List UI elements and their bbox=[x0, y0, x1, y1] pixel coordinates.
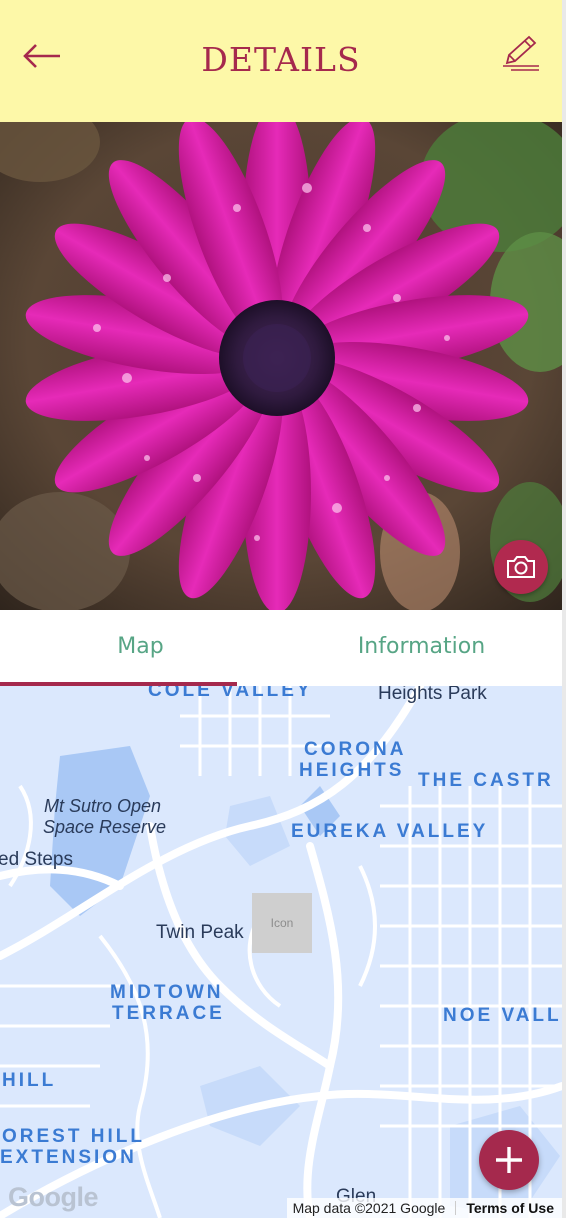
google-logo: Google bbox=[8, 1182, 99, 1212]
map-label-terrace: TERRACE bbox=[112, 1003, 225, 1024]
map-marker[interactable]: Icon bbox=[252, 893, 312, 953]
tab-map[interactable]: Map bbox=[0, 610, 281, 686]
map-label-heights-park: Heights Park bbox=[378, 686, 487, 704]
map-label-extension: EXTENSION bbox=[0, 1147, 137, 1168]
frame-border bbox=[562, 0, 566, 1218]
edit-button[interactable] bbox=[496, 28, 546, 78]
map-data-credit: Map data ©2021 Google bbox=[292, 1200, 446, 1216]
map-attribution: Map data ©2021 Google Terms of Use bbox=[286, 1198, 562, 1218]
map-label-corona: CORONA bbox=[304, 739, 407, 760]
map-view[interactable]: COLE VALLEY Heights Park CORONA HEIGHTS … bbox=[0, 686, 562, 1218]
map-label-eureka-valley: EUREKA VALLEY bbox=[291, 821, 489, 842]
camera-button[interactable] bbox=[494, 540, 548, 594]
tab-information[interactable]: Information bbox=[281, 610, 562, 686]
map-label-forest-hill: OREST HILL bbox=[2, 1126, 145, 1147]
map-label-mt-sutro-1: Mt Sutro Open bbox=[44, 796, 162, 816]
app-header: DETAILS bbox=[0, 0, 562, 122]
tab-bar: Map Information bbox=[0, 610, 562, 686]
pencil-icon bbox=[503, 35, 539, 71]
map-label-mt-sutro-2: Space Reserve bbox=[43, 817, 167, 837]
map-label-heights: HEIGHTS bbox=[299, 760, 405, 781]
add-button[interactable] bbox=[479, 1130, 539, 1190]
map-label-hill: HILL bbox=[2, 1070, 57, 1091]
attribution-divider bbox=[455, 1201, 457, 1215]
map-label-twin-peaks: Twin Peak bbox=[156, 922, 244, 943]
map-label-noe-valley: NOE VALL bbox=[443, 1005, 562, 1026]
terms-of-use-link[interactable]: Terms of Use bbox=[466, 1200, 554, 1216]
map-label-cole-valley: COLE VALLEY bbox=[148, 686, 313, 701]
camera-icon bbox=[507, 556, 535, 578]
map-label-steps: ed Steps bbox=[0, 849, 73, 870]
map-label-the-castro: THE CASTR bbox=[418, 770, 554, 791]
plus-icon bbox=[496, 1147, 522, 1173]
map-label-midtown: MIDTOWN bbox=[110, 982, 224, 1003]
flower-photo bbox=[0, 122, 562, 610]
page-title: DETAILS bbox=[201, 40, 361, 79]
